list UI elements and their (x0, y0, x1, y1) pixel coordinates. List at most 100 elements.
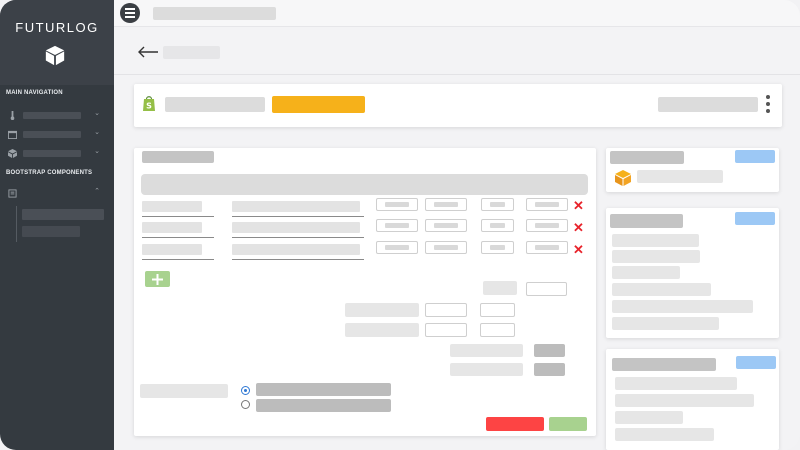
chevron-down-icon: ⌄ (94, 110, 100, 117)
square-icon (8, 189, 17, 198)
sidebar-item-3[interactable]: ⌄ (8, 147, 104, 159)
item-qty-input[interactable] (376, 219, 418, 232)
item-price-input[interactable] (425, 241, 467, 254)
customer-line-2 (612, 250, 700, 263)
address-badge (736, 356, 776, 369)
sidebar-item-components[interactable]: ⌃ (8, 187, 104, 199)
customer-line-5 (612, 300, 753, 313)
shipping-cost-input[interactable] (425, 303, 467, 317)
item-total-input[interactable] (526, 198, 568, 211)
address-line-4 (615, 428, 714, 441)
item-total-input[interactable] (526, 241, 568, 254)
customer-badge (735, 212, 775, 225)
brand-header: FUTURLOG (0, 0, 114, 85)
item-name-field[interactable] (232, 200, 364, 217)
item-name-field[interactable] (232, 221, 364, 238)
sidebar-item-label (23, 131, 81, 138)
radio-option-1[interactable] (241, 386, 250, 395)
submenu-item-1[interactable] (22, 209, 104, 220)
status-badge (735, 150, 775, 163)
page-title-placeholder (163, 46, 220, 59)
box-logo-icon (45, 45, 65, 66)
order-form-card: ✕ ✕ ✕ (134, 148, 596, 436)
fulfillment-card (606, 148, 779, 192)
shopify-bag-icon: S (143, 96, 155, 111)
item-tax-input[interactable] (481, 219, 514, 232)
app-window: FUTURLOG MAIN NAVIGATION ⌄ ⌄ ⌄ BOOTSTRAP… (0, 0, 800, 450)
sidebar-item-1[interactable]: ⌄ (8, 109, 104, 121)
shipping-tax-input[interactable] (480, 303, 515, 317)
sidebar-item-2[interactable]: ⌄ (8, 128, 104, 140)
item-tax-input[interactable] (481, 241, 514, 254)
svg-text:S: S (146, 102, 152, 111)
plus-icon (152, 274, 163, 285)
add-line-item-button[interactable] (145, 271, 170, 287)
customer-line-4 (612, 283, 711, 296)
radio-option-2-label (256, 399, 391, 412)
total-value-placeholder (534, 363, 565, 376)
submenu-item-2[interactable] (22, 226, 80, 237)
close-x-icon[interactable]: ✕ (573, 221, 584, 234)
close-x-icon[interactable]: ✕ (573, 243, 584, 256)
discount-input[interactable] (526, 282, 567, 296)
item-qty-input[interactable] (376, 241, 418, 254)
item-name-field[interactable] (232, 243, 364, 260)
thermometer-icon (10, 111, 15, 120)
subtotal-value-placeholder (534, 344, 565, 357)
customer-card (606, 208, 779, 338)
submenu-guide-line (16, 206, 17, 242)
fee-tax-input[interactable] (480, 323, 515, 337)
item-tax-input[interactable] (481, 198, 514, 211)
fee-label-placeholder (345, 323, 419, 337)
address-line-3 (615, 411, 683, 424)
item-price-input[interactable] (425, 198, 467, 211)
shipping-address-card (606, 349, 779, 450)
close-x-icon[interactable]: ✕ (573, 199, 584, 212)
section-label-main-navigation: MAIN NAVIGATION (6, 90, 63, 96)
customer-title-placeholder (610, 214, 683, 228)
customer-line-3 (612, 266, 680, 279)
subtotal-label-placeholder (450, 344, 523, 357)
table-header-bar (141, 174, 588, 195)
sidebar-item-label (23, 150, 81, 157)
section-label-bootstrap-components: BOOTSTRAP COMPONENTS (6, 170, 93, 176)
item-sku-field[interactable] (142, 221, 214, 238)
fulfillment-info-placeholder (637, 170, 723, 183)
store-bar-card: S (134, 84, 782, 127)
chevron-down-icon: ⌄ (94, 148, 100, 155)
box-icon (8, 149, 17, 158)
discount-label-placeholder (483, 281, 517, 295)
hamburger-icon[interactable] (120, 3, 140, 23)
address-line-1 (615, 377, 737, 390)
customer-line-6 (612, 317, 719, 330)
option-group-label-placeholder (140, 384, 228, 398)
item-sku-field[interactable] (142, 200, 214, 217)
calendar-icon (8, 130, 17, 139)
primary-action-button[interactable] (272, 96, 365, 113)
header-divider (114, 74, 800, 75)
more-vertical-icon[interactable] (765, 94, 771, 114)
customer-line-1 (612, 234, 699, 247)
sidebar-item-label (23, 112, 81, 119)
radio-option-2[interactable] (241, 400, 250, 409)
brand-logo-text: FUTURLOG (15, 20, 99, 35)
arrow-left-icon[interactable] (137, 46, 159, 58)
top-bar-title-placeholder (153, 7, 276, 20)
chevron-up-icon: ⌃ (94, 188, 100, 195)
address-title-placeholder (612, 358, 716, 371)
item-total-input[interactable] (526, 219, 568, 232)
total-label-placeholder (450, 363, 523, 376)
package-icon (615, 170, 631, 186)
item-price-input[interactable] (425, 219, 467, 232)
radio-option-1-label (256, 383, 391, 396)
store-meta-placeholder (658, 97, 758, 112)
save-button[interactable] (549, 417, 587, 431)
fee-cost-input[interactable] (425, 323, 467, 337)
store-name-placeholder (165, 97, 265, 112)
shipping-label-placeholder (345, 303, 419, 317)
form-title-placeholder (142, 151, 214, 163)
item-qty-input[interactable] (376, 198, 418, 211)
cancel-button[interactable] (486, 417, 544, 431)
item-sku-field[interactable] (142, 243, 214, 260)
chevron-down-icon: ⌄ (94, 129, 100, 136)
